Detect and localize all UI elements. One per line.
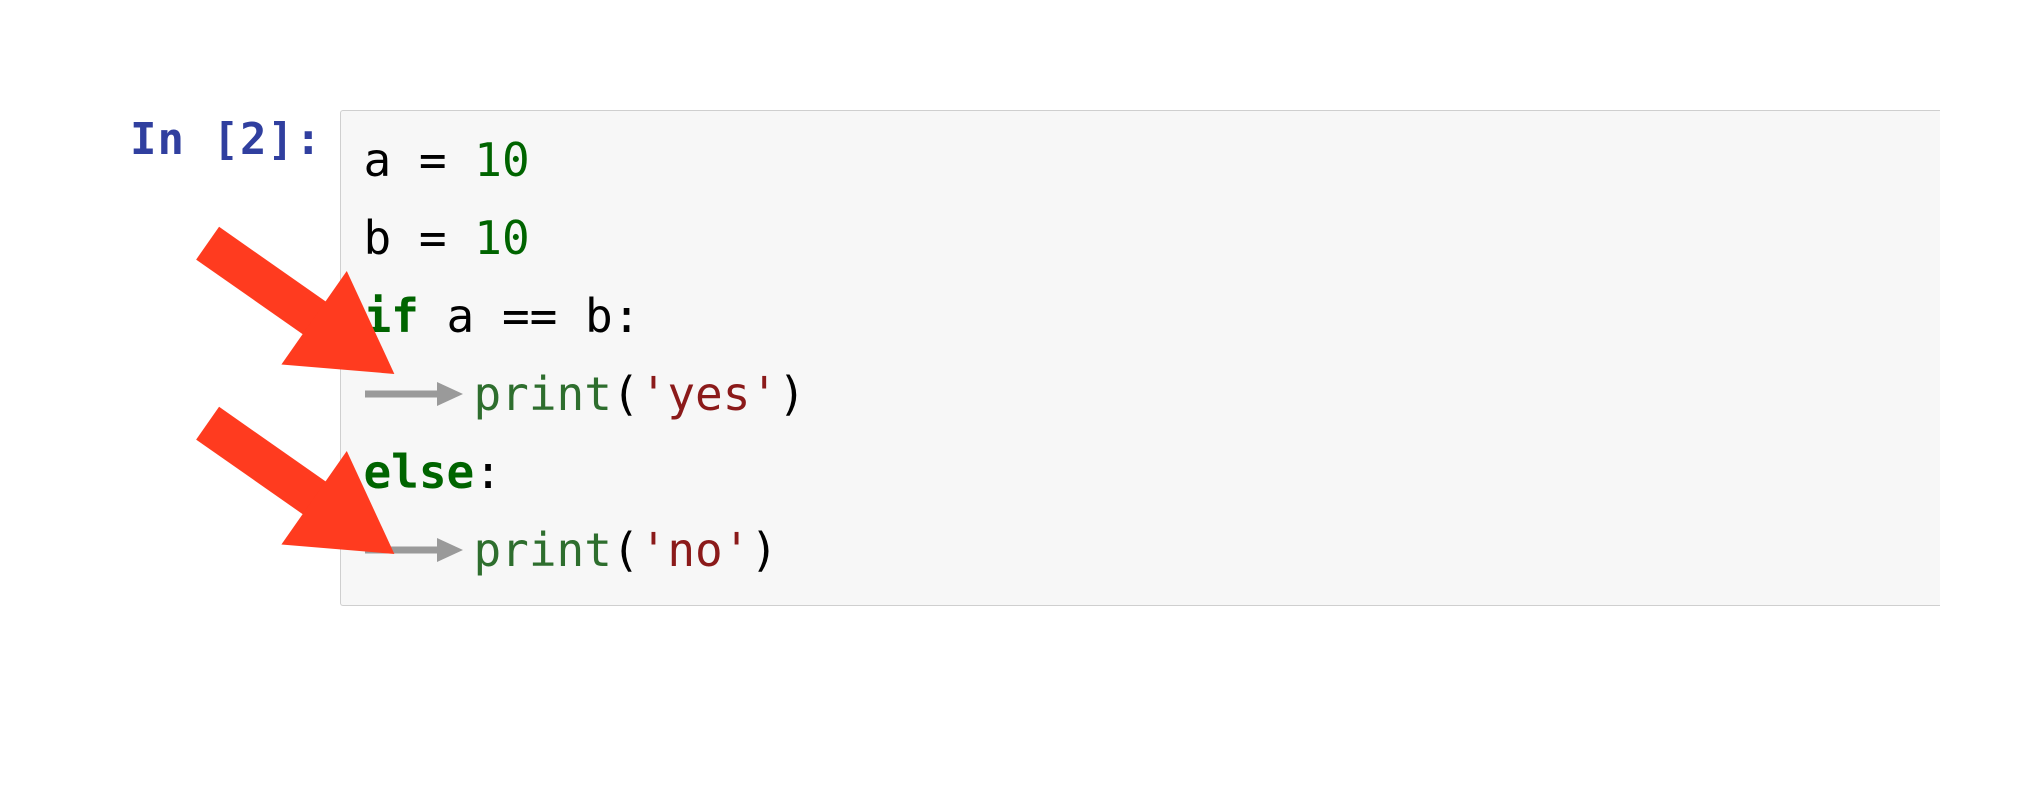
space bbox=[391, 121, 419, 199]
var-b: b bbox=[585, 277, 613, 355]
compare-op: == bbox=[502, 277, 557, 355]
keyword-else: else bbox=[363, 433, 474, 511]
string-no: 'no' bbox=[640, 511, 751, 589]
space bbox=[474, 277, 502, 355]
paren-open: ( bbox=[612, 511, 640, 589]
builtin-print: print bbox=[473, 355, 611, 433]
space bbox=[447, 199, 475, 277]
code-editor[interactable]: a = 10 b = 10 if a == b : bbox=[340, 110, 1940, 606]
space bbox=[391, 199, 419, 277]
assign-op: = bbox=[419, 199, 447, 277]
code-line-5: else : bbox=[363, 433, 1920, 511]
assign-op: = bbox=[419, 121, 447, 199]
paren-close: ) bbox=[750, 511, 778, 589]
var-a: a bbox=[447, 277, 475, 355]
code-line-2: b = 10 bbox=[363, 199, 1920, 277]
var-a: a bbox=[363, 121, 391, 199]
space bbox=[447, 121, 475, 199]
string-yes: 'yes' bbox=[640, 355, 778, 433]
keyword-if: if bbox=[363, 277, 418, 355]
code-line-1: a = 10 bbox=[363, 121, 1920, 199]
tab-arrow-icon bbox=[363, 379, 463, 409]
literal-10: 10 bbox=[474, 121, 529, 199]
colon: : bbox=[613, 277, 641, 355]
code-line-6: print ( 'no' ) bbox=[363, 511, 1920, 589]
space bbox=[419, 277, 447, 355]
colon: : bbox=[474, 433, 502, 511]
paren-open: ( bbox=[612, 355, 640, 433]
code-line-4: print ( 'yes' ) bbox=[363, 355, 1920, 433]
literal-10: 10 bbox=[474, 199, 529, 277]
tab-arrow-icon bbox=[363, 535, 463, 565]
notebook-code-cell: In [2]: a = 10 b = 10 if a == b bbox=[0, 0, 2020, 804]
space bbox=[557, 277, 585, 355]
code-line-3: if a == b : bbox=[363, 277, 1920, 355]
builtin-print: print bbox=[473, 511, 611, 589]
paren-close: ) bbox=[778, 355, 806, 433]
var-b: b bbox=[363, 199, 391, 277]
input-prompt: In [2]: bbox=[130, 110, 322, 165]
